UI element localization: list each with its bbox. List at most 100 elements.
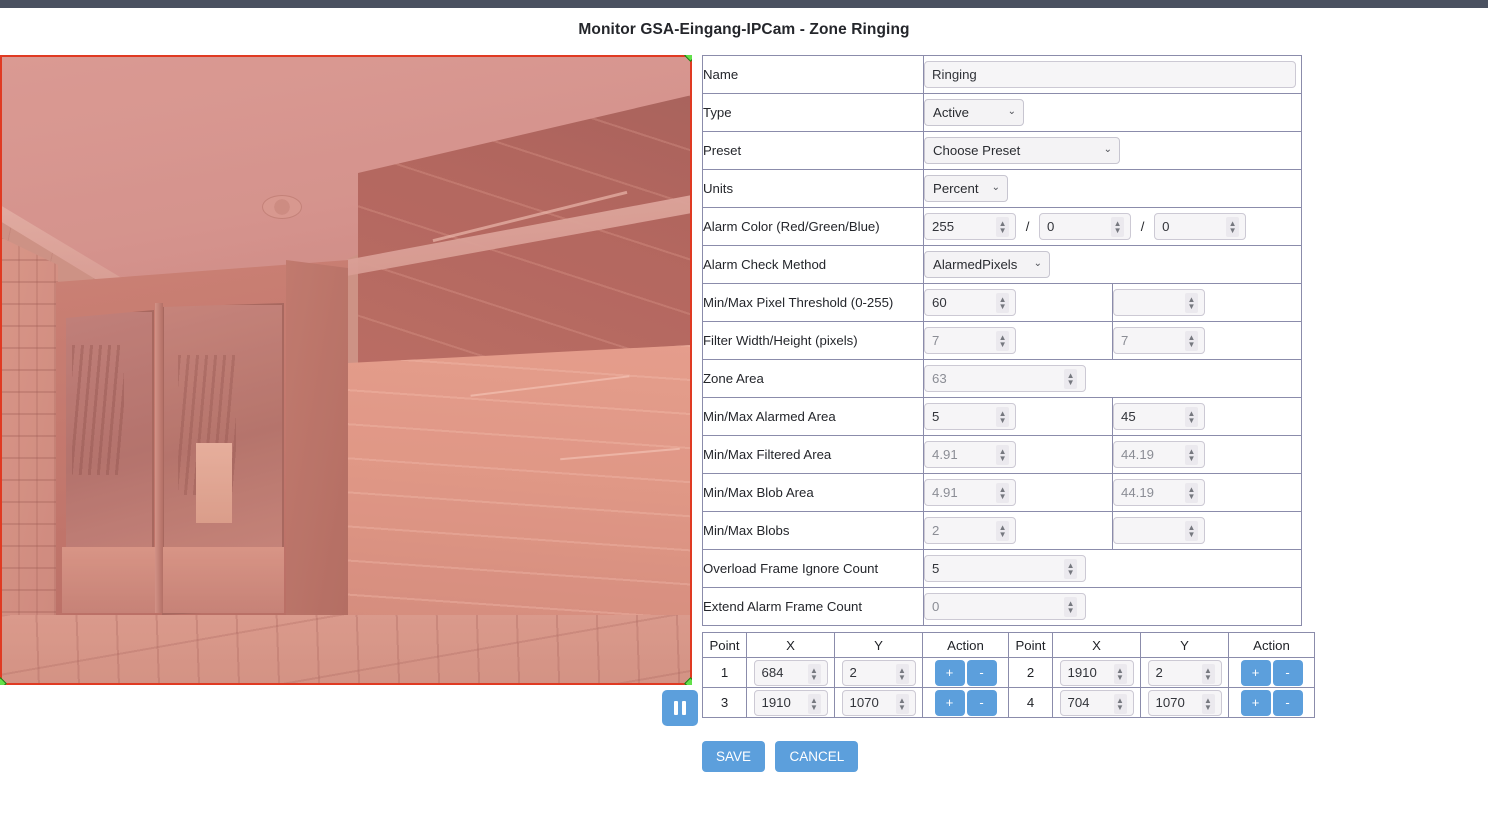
label-name: Name [701, 55, 925, 94]
remove-point-4-button[interactable]: - [1272, 689, 1303, 716]
pixel-threshold-min-input[interactable]: 60 ▲ ▼ [924, 289, 1017, 316]
spinner-icon[interactable]: ▲ ▼ [996, 521, 1010, 541]
scene-door-mullion [155, 303, 163, 613]
alarm-check-method-select[interactable]: AlarmedPixels ⌄ [924, 251, 1051, 278]
spinner-icon[interactable]: ▲ ▼ [1111, 217, 1125, 237]
spinner-icon[interactable]: ▲ ▼ [996, 483, 1010, 503]
header-x-left: X [746, 632, 835, 658]
spinner-icon[interactable]: ▲ ▼ [1113, 663, 1127, 684]
cell-alarmed-area-max: 45 ▲ ▼ [1112, 397, 1302, 436]
spinner-icon[interactable]: ▲ ▼ [807, 663, 821, 684]
point-1-x-input[interactable]: 684 ▲ ▼ [753, 659, 828, 686]
cell-alarmed-area-min: 5 ▲ ▼ [923, 397, 1113, 436]
extend-alarm-frame-count-input[interactable]: 0 ▲ ▼ [924, 593, 1087, 620]
spinner-icon[interactable]: ▲ ▼ [1064, 597, 1078, 617]
remove-point-2-button[interactable]: - [1272, 659, 1303, 686]
camera-zone-editor[interactable] [0, 55, 692, 685]
spinner-icon[interactable]: ▲ ▼ [996, 331, 1010, 351]
spinner-icon[interactable]: ▲ ▼ [996, 217, 1010, 237]
point-4-x-input[interactable]: 704 ▲ ▼ [1059, 689, 1134, 716]
spinner-icon[interactable]: ▲ ▼ [1185, 521, 1198, 541]
filtered-area-max-input[interactable]: 44.19 ▲ ▼ [1113, 441, 1205, 468]
row-zone-area: Zone Area 63 ▲ ▼ [701, 359, 1302, 398]
spinner-icon[interactable]: ▲ ▼ [1201, 693, 1215, 714]
preset-select[interactable]: Choose Preset ⌄ [924, 137, 1121, 164]
remove-point-3-button[interactable]: - [966, 689, 997, 716]
alarm-color-red-value: 255 [932, 219, 955, 234]
add-point-2-button[interactable]: + [1240, 659, 1271, 686]
spinner-icon[interactable]: ▲ ▼ [1064, 369, 1078, 389]
alarmed-area-min-value: 5 [932, 409, 940, 424]
spinner-icon[interactable]: ▲ ▼ [996, 445, 1010, 465]
spinner-icon[interactable]: ▲ ▼ [1185, 407, 1198, 427]
spinner-icon[interactable]: ▲ ▼ [807, 693, 821, 714]
spinner-icon[interactable]: ▲ ▼ [1064, 559, 1078, 579]
spinner-icon[interactable]: ▲ ▼ [996, 407, 1010, 427]
spinner-icon[interactable]: ▲ ▼ [1185, 331, 1198, 351]
spinner-icon[interactable]: ▲ ▼ [1185, 445, 1198, 465]
spinner-icon[interactable]: ▲ ▼ [1226, 217, 1240, 237]
cell-overload-frame-ignore-count: 5 ▲ ▼ [923, 549, 1302, 588]
cell-extend-alarm-frame-count: 0 ▲ ▼ [923, 587, 1302, 626]
save-button[interactable]: SAVE [702, 741, 766, 772]
filtered-area-min-input[interactable]: 4.91 ▲ ▼ [924, 441, 1017, 468]
cell-point-3-x: 1910 ▲ ▼ [746, 687, 835, 718]
zone-area-value: 63 [932, 371, 947, 386]
cell-point-1-y: 2 ▲ ▼ [834, 657, 923, 688]
spinner-icon[interactable]: ▲ ▼ [895, 663, 909, 684]
cancel-button[interactable]: CANCEL [775, 741, 859, 772]
units-select[interactable]: Percent ⌄ [924, 175, 1009, 202]
point-2-y-input[interactable]: 2 ▲ ▼ [1147, 659, 1222, 686]
point-3-x-value: 1910 [761, 695, 791, 710]
add-point-3-button[interactable]: + [934, 689, 965, 716]
spinner-icon[interactable]: ▲ ▼ [1201, 663, 1215, 684]
alarmed-area-max-input[interactable]: 45 ▲ ▼ [1113, 403, 1205, 430]
point-1-y-input[interactable]: 2 ▲ ▼ [841, 659, 916, 686]
label-pixel-threshold: Min/Max Pixel Threshold (0-255) [701, 283, 925, 322]
type-select[interactable]: Active ⌄ [924, 99, 1025, 126]
alarm-color-red-input[interactable]: 255 ▲ ▼ [924, 213, 1017, 240]
blobs-min-input[interactable]: 2 ▲ ▼ [924, 517, 1017, 544]
spinner-icon[interactable]: ▲ ▼ [1185, 293, 1198, 313]
row-blobs: Min/Max Blobs 2 ▲ ▼ ▲ ▼ [701, 511, 1302, 550]
spinner-icon[interactable]: ▲ ▼ [1113, 693, 1127, 714]
filter-height-input[interactable]: 7 ▲ ▼ [1113, 327, 1205, 354]
cell-point-3-y: 1070 ▲ ▼ [834, 687, 923, 718]
point-2-x-input[interactable]: 1910 ▲ ▼ [1059, 659, 1134, 686]
alarm-color-green-input[interactable]: 0 ▲ ▼ [1039, 213, 1132, 240]
chevron-down-icon: ⌄ [1007, 106, 1017, 117]
spinner-icon[interactable]: ▲ ▼ [996, 293, 1010, 313]
pause-button[interactable] [662, 690, 698, 726]
blobs-max-input[interactable]: ▲ ▼ [1113, 517, 1205, 544]
pixel-threshold-max-input[interactable]: ▲ ▼ [1113, 289, 1205, 316]
remove-point-1-button[interactable]: - [966, 659, 997, 686]
spinner-icon[interactable]: ▲ ▼ [1185, 483, 1198, 503]
spinner-icon[interactable]: ▲ ▼ [895, 693, 909, 714]
label-blob-area: Min/Max Blob Area [701, 473, 925, 512]
type-select-value: Active [933, 105, 969, 120]
zone-area-input[interactable]: 63 ▲ ▼ [924, 365, 1087, 392]
row-units: Units Percent ⌄ [701, 169, 1302, 208]
blob-area-min-input[interactable]: 4.91 ▲ ▼ [924, 479, 1017, 506]
cell-point-2-action: + - [1228, 657, 1315, 688]
label-filtered-area: Min/Max Filtered Area [701, 435, 925, 474]
header-x-right: X [1052, 632, 1141, 658]
filter-width-input[interactable]: 7 ▲ ▼ [924, 327, 1017, 354]
top-bar [0, 0, 1488, 8]
add-point-1-button[interactable]: + [934, 659, 965, 686]
scene-interior-floor [62, 547, 284, 613]
name-input[interactable]: Ringing [924, 61, 1297, 88]
camera-live-image [0, 55, 692, 685]
blob-area-max-input[interactable]: 44.19 ▲ ▼ [1113, 479, 1205, 506]
point-3-x-input[interactable]: 1910 ▲ ▼ [753, 689, 828, 716]
point-3-y-input[interactable]: 1070 ▲ ▼ [841, 689, 916, 716]
header-y-left: Y [834, 632, 923, 658]
alarmed-area-min-input[interactable]: 5 ▲ ▼ [924, 403, 1017, 430]
alarm-color-blue-input[interactable]: 0 ▲ ▼ [1154, 213, 1247, 240]
add-point-4-button[interactable]: + [1240, 689, 1271, 716]
scene-interior-light [196, 443, 232, 523]
overload-frame-ignore-count-input[interactable]: 5 ▲ ▼ [924, 555, 1087, 582]
point-4-y-input[interactable]: 1070 ▲ ▼ [1147, 689, 1222, 716]
label-zone-area: Zone Area [701, 359, 925, 398]
label-extend-alarm-frame-count: Extend Alarm Frame Count [701, 587, 925, 626]
